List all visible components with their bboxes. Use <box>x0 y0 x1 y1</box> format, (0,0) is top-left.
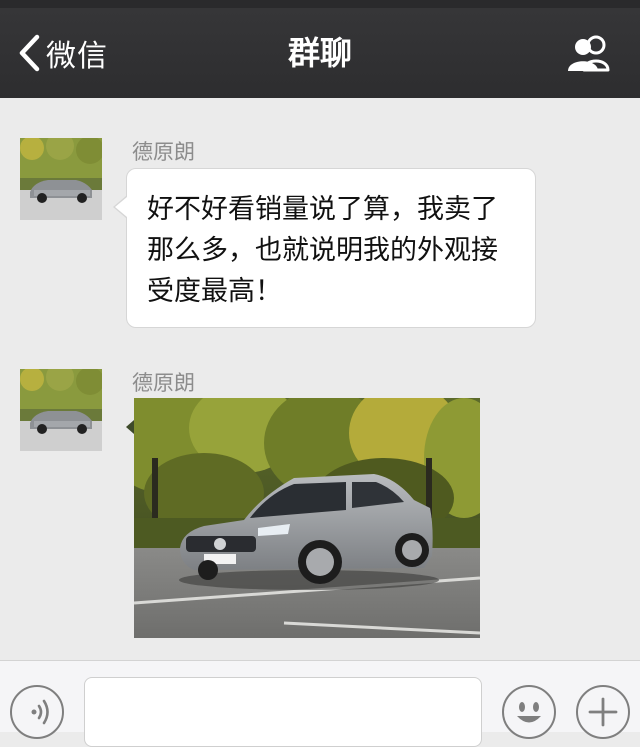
image-bubble-tail <box>126 420 134 434</box>
sender-name: 德原朗 <box>132 140 195 164</box>
navigation-bar: 微信 群聊 <box>0 8 640 98</box>
voice-icon <box>12 699 62 741</box>
status-bar <box>0 0 640 8</box>
image-message[interactable] <box>134 398 480 638</box>
sender-name: 德原朗 <box>132 371 195 395</box>
group-info-button[interactable] <box>566 34 614 78</box>
car-photo <box>134 398 480 638</box>
avatar[interactable] <box>20 138 102 220</box>
chat-title: 群聊 <box>287 34 352 72</box>
bubble-tail-fill <box>115 197 127 217</box>
message-input[interactable] <box>84 677 482 747</box>
smiley-icon <box>504 702 554 741</box>
input-toolbar <box>0 660 640 747</box>
text-message-bubble[interactable]: 好不好看销量说了算，我卖了那么多，也就说明我的外观接受度最高！ <box>126 168 536 328</box>
group-people-icon <box>566 35 614 78</box>
plus-icon <box>578 697 628 741</box>
message-text: 好不好看销量说了算，我卖了那么多，也就说明我的外观接受度最高！ <box>147 194 498 307</box>
avatar[interactable] <box>20 369 102 451</box>
